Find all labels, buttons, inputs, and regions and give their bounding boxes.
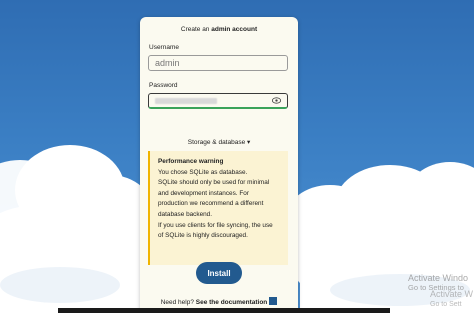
warning-line: and development instances. For bbox=[158, 189, 249, 197]
username-input[interactable]: admin bbox=[148, 55, 288, 71]
warning-line: database backend. bbox=[158, 210, 213, 218]
username-label: Username bbox=[149, 44, 179, 51]
documentation-link[interactable]: See the documentation bbox=[196, 299, 268, 306]
performance-warning: Performance warning You chose SQLite as … bbox=[148, 151, 288, 265]
password-input[interactable] bbox=[148, 93, 288, 109]
title-bold: admin account bbox=[211, 26, 258, 33]
install-button[interactable]: Install bbox=[196, 262, 242, 284]
warning-line: production we recommend a different bbox=[158, 200, 264, 208]
password-label: Password bbox=[149, 82, 178, 89]
warning-line: SQLite should only be used for minimal bbox=[158, 179, 270, 187]
eye-icon[interactable] bbox=[272, 97, 281, 104]
activation-watermark-2: Activate W bbox=[430, 289, 474, 299]
warning-line: If you use clients for file syncing, the… bbox=[158, 221, 273, 229]
card-title: Create an admin account bbox=[140, 26, 298, 33]
help-prefix: Need help? bbox=[160, 299, 194, 306]
storage-database-toggle[interactable]: Storage & database ▾ bbox=[140, 138, 298, 146]
taskbar-strip bbox=[58, 308, 390, 313]
warning-line: You chose SQLite as database. bbox=[158, 168, 248, 176]
title-prefix: Create an bbox=[180, 26, 210, 33]
warning-line: of SQLite is highly discouraged. bbox=[158, 232, 248, 240]
password-mask bbox=[155, 98, 217, 104]
warning-title: Performance warning bbox=[158, 158, 224, 165]
username-value: admin bbox=[155, 58, 180, 68]
watermark-title: Activate Windo bbox=[408, 273, 469, 283]
activation-watermark-2-sub: Go to Sett bbox=[430, 301, 462, 308]
external-link-icon[interactable] bbox=[269, 297, 278, 305]
help-line: Need help? See the documentation bbox=[140, 297, 298, 306]
setup-card: Create an admin account Username admin P… bbox=[140, 17, 298, 313]
